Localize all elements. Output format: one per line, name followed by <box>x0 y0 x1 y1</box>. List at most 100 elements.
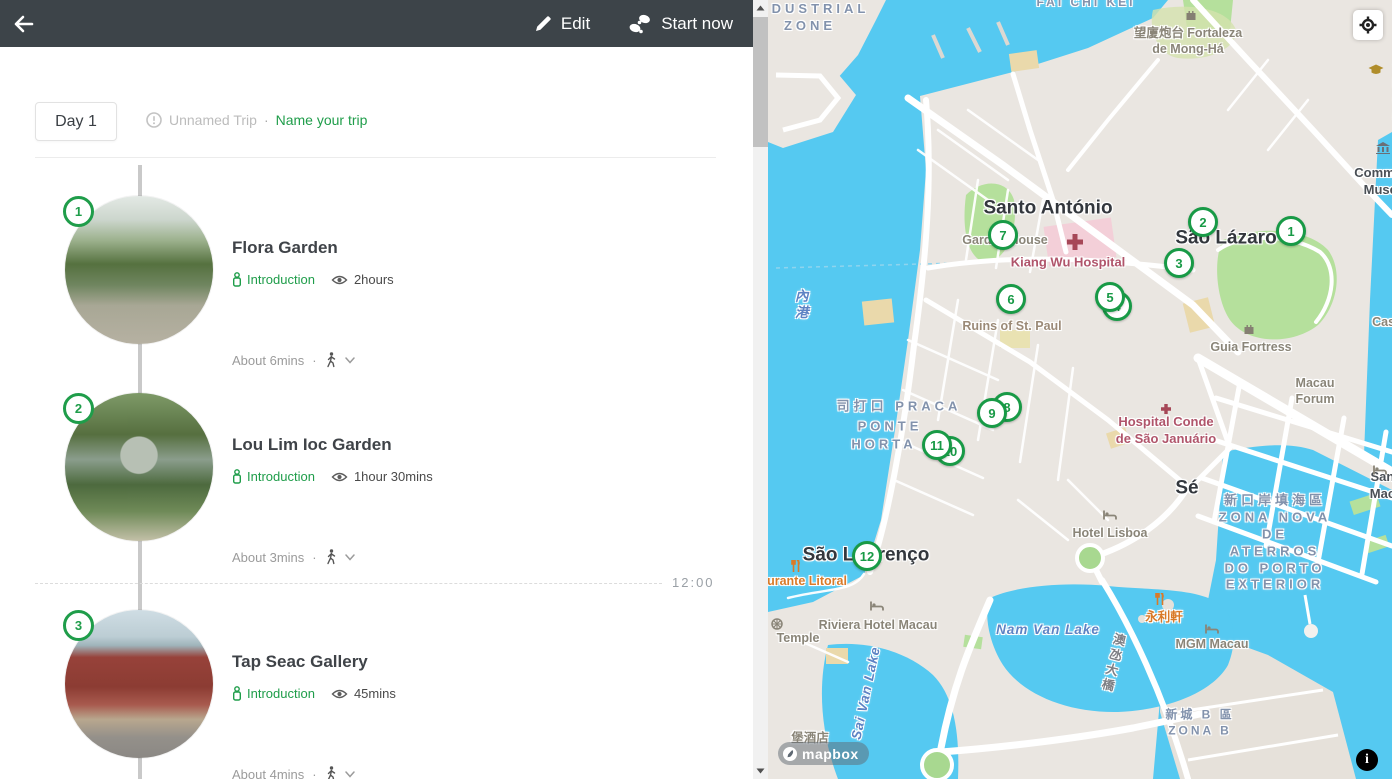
scroll-up-button[interactable] <box>753 0 768 16</box>
walking-icon <box>325 766 337 779</box>
map-marker-3[interactable]: 3 <box>1164 248 1194 278</box>
trip-separator: · <box>264 112 269 128</box>
stop-number: 2 <box>75 401 82 416</box>
chevron-down-icon <box>345 771 355 778</box>
marker-number: 3 <box>1175 256 1182 271</box>
edit-button-label: Edit <box>561 14 590 34</box>
stop-number-badge: 2 <box>63 393 94 424</box>
guide-icon <box>232 469 242 484</box>
duration-label: 2hours <box>354 272 394 287</box>
itinerary-item-1: 1 Flora Garden Introduction 2hours <box>0 196 753 386</box>
scrollbar-thumb[interactable] <box>753 17 768 147</box>
geolocate-button[interactable] <box>1353 10 1383 40</box>
scroll-up-icon <box>756 5 765 11</box>
place-title[interactable]: Tap Seac Gallery <box>232 652 368 672</box>
info-label: i <box>1365 752 1369 768</box>
trip-name-row: Unnamed Trip · Name your trip <box>146 112 367 128</box>
vertical-scrollbar[interactable] <box>753 0 768 779</box>
time-marker: 12:00 <box>672 575 715 590</box>
transit-time-label: About 3mins <box>232 550 304 565</box>
place-meta-row: Introduction 2hours <box>232 272 394 287</box>
map-marker-2[interactable]: 2 <box>1188 207 1218 237</box>
visit-duration: 45mins <box>331 686 396 701</box>
walking-icon <box>325 549 337 565</box>
transit-row[interactable]: About 4mins · <box>232 766 355 779</box>
scroll-down-button[interactable] <box>753 763 768 779</box>
geolocate-target-icon <box>1359 16 1377 34</box>
introduction-link[interactable]: Introduction <box>232 686 315 701</box>
map-marker-1[interactable]: 1 <box>1276 216 1306 246</box>
stop-number-badge: 3 <box>63 610 94 641</box>
tab-day-1[interactable]: Day 1 <box>35 102 117 141</box>
start-now-button[interactable]: Start now <box>628 14 733 34</box>
transit-time-label: About 4mins <box>232 767 304 779</box>
stop-number-badge: 1 <box>63 196 94 227</box>
eye-icon <box>331 471 348 483</box>
introduction-link[interactable]: Introduction <box>232 272 315 287</box>
name-your-trip-link[interactable]: Name your trip <box>276 112 368 128</box>
eye-icon <box>331 688 348 700</box>
map-marker-7[interactable]: 7 <box>988 220 1018 250</box>
start-now-label: Start now <box>661 14 733 34</box>
map-marker-12[interactable]: 12 <box>852 541 882 571</box>
topbar-actions: Edit Start now <box>535 14 733 34</box>
attribution-info-button[interactable]: i <box>1356 749 1378 771</box>
marker-number: 5 <box>1106 290 1113 305</box>
chevron-down-icon <box>345 554 355 561</box>
marker-number: 9 <box>988 406 995 421</box>
transit-time-label: About 6mins <box>232 353 304 368</box>
transit-separator: · <box>312 550 316 565</box>
transit-row[interactable]: About 3mins · <box>232 549 355 565</box>
duration-label: 1hour 30mins <box>354 469 433 484</box>
place-title[interactable]: Lou Lim Ioc Garden <box>232 435 392 455</box>
map-canvas[interactable]: INDUSTRIAL ZONE FAI CHI KEI 望廈炮台 Fortale… <box>768 0 1392 779</box>
visit-duration: 1hour 30mins <box>331 469 433 484</box>
marker-number: 6 <box>1007 292 1014 307</box>
footsteps-icon <box>628 14 652 34</box>
edit-button[interactable]: Edit <box>535 14 590 34</box>
eye-icon <box>331 274 348 286</box>
mapbox-icon <box>782 746 798 762</box>
day-tab-label: Day 1 <box>55 113 97 131</box>
stop-number: 1 <box>75 204 82 219</box>
transit-row[interactable]: About 6mins · <box>232 352 355 368</box>
transit-separator: · <box>312 353 316 368</box>
scroll-down-icon <box>756 768 765 774</box>
place-meta-row: Introduction 45mins <box>232 686 396 701</box>
itinerary-item-2: 2 Lou Lim Ioc Garden Introduction 1hour … <box>0 393 753 583</box>
itinerary-item-3: 3 Tap Seac Gallery Introduction 45mins <box>0 610 753 779</box>
map-marker-9[interactable]: 9 <box>977 398 1007 428</box>
introduction-label: Introduction <box>247 686 315 701</box>
arrow-left-icon <box>12 14 34 34</box>
header-divider <box>35 157 716 158</box>
trip-unnamed-label: Unnamed Trip <box>169 112 257 128</box>
guide-icon <box>232 686 242 701</box>
itinerary-panel: Edit Start now Day 1 <box>0 0 753 779</box>
marker-number: 7 <box>999 228 1006 243</box>
introduction-label: Introduction <box>247 469 315 484</box>
pencil-icon <box>535 15 552 32</box>
stop-number: 3 <box>75 618 82 633</box>
place-meta-row: Introduction 1hour 30mins <box>232 469 433 484</box>
map-marker-11[interactable]: 11 <box>922 430 952 460</box>
marker-number: 12 <box>860 549 874 564</box>
trip-planner-app: Edit Start now Day 1 <box>0 0 1392 779</box>
marker-number: 1 <box>1287 224 1294 239</box>
map-marker-6[interactable]: 6 <box>996 284 1026 314</box>
introduction-label: Introduction <box>247 272 315 287</box>
alert-circle-icon <box>146 112 162 128</box>
chevron-down-icon <box>345 357 355 364</box>
mapbox-wordmark: mapbox <box>802 746 859 762</box>
walking-icon <box>325 352 337 368</box>
place-title[interactable]: Flora Garden <box>232 238 338 258</box>
duration-label: 45mins <box>354 686 396 701</box>
marker-number: 2 <box>1199 215 1206 230</box>
introduction-link[interactable]: Introduction <box>232 469 315 484</box>
marker-number: 11 <box>930 438 944 453</box>
time-separator-line <box>35 583 662 584</box>
back-button[interactable] <box>0 0 46 47</box>
mapbox-logo[interactable]: mapbox <box>778 742 869 765</box>
map-marker-5[interactable]: 5 <box>1095 282 1125 312</box>
top-bar: Edit Start now <box>0 0 753 47</box>
transit-separator: · <box>312 767 316 779</box>
